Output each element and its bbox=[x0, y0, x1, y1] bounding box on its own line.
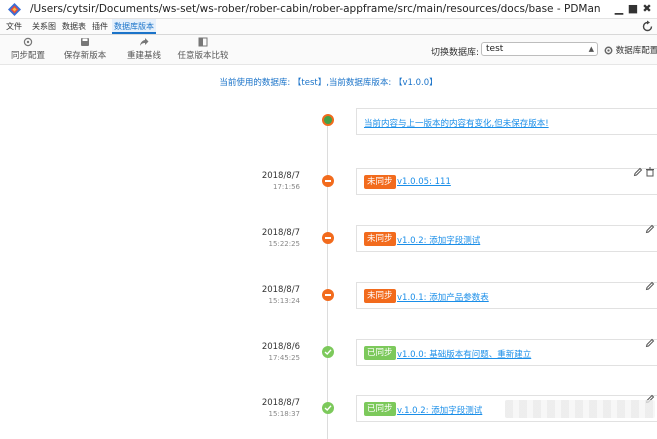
current-db-info: 当前使用的数据库: 【test】,当前数据库版本: 【v1.0.0】 bbox=[219, 78, 438, 88]
sync-config-label: 同步配置 bbox=[10, 51, 45, 61]
compare-versions-label: 任意版本比较 bbox=[177, 51, 229, 61]
unsynced-dot bbox=[322, 232, 334, 244]
entry-time: 15:13:24 bbox=[268, 297, 300, 305]
entry-date: 2018/8/7 bbox=[261, 285, 300, 295]
status-badge: 已同步 bbox=[364, 402, 396, 416]
select-arrows-icon: ▲ bbox=[588, 45, 594, 53]
maximize-button[interactable]: ■ bbox=[627, 2, 639, 16]
close-button[interactable]: ✖ bbox=[641, 2, 653, 16]
title-bar: /Users/cytsir/Documents/ws-set/ws-rober/… bbox=[0, 0, 657, 19]
gear-icon bbox=[23, 37, 33, 47]
timeline-line bbox=[327, 120, 328, 439]
refresh-icon[interactable] bbox=[641, 20, 654, 33]
pdman-logo-icon bbox=[8, 3, 21, 16]
edit-icon[interactable] bbox=[645, 338, 655, 348]
compare-versions-button[interactable]: 任意版本比较 bbox=[176, 37, 230, 63]
status-badge: 已同步 bbox=[364, 346, 396, 360]
check-icon bbox=[324, 349, 332, 355]
version-link[interactable]: v.1.0.2: 添加字段测试 bbox=[397, 404, 482, 416]
toolbar: 同步配置 保存新版本 重建基线 任意版本比较 切换数据库: test ▲ 数据库… bbox=[0, 35, 657, 65]
version-card: 已同步 v1.0.0: 基础版本有问题、重新建立 bbox=[356, 338, 657, 366]
edit-icon[interactable] bbox=[645, 224, 655, 234]
unsaved-change-message[interactable]: 当前内容与上一版本的内容有变化,但未保存版本! bbox=[364, 117, 549, 129]
save-version-button[interactable]: 保存新版本 bbox=[62, 37, 108, 63]
window-title: /Users/cytsir/Documents/ws-set/ws-rober/… bbox=[30, 3, 601, 15]
version-link[interactable]: v1.0.05: 111 bbox=[397, 177, 451, 187]
check-icon bbox=[324, 405, 332, 411]
menu-db-version[interactable]: 数据库版本 bbox=[112, 19, 156, 34]
menu-file[interactable]: 文件 bbox=[4, 19, 24, 34]
version-link[interactable]: v1.0.0: 基础版本有问题、重新建立 bbox=[397, 348, 531, 360]
entry-date: 2018/8/7 bbox=[261, 398, 300, 408]
synced-dot bbox=[322, 402, 334, 414]
status-badge: 未同步 bbox=[364, 232, 396, 246]
rebuild-baseline-button[interactable]: 重建基线 bbox=[124, 37, 164, 63]
version-link[interactable]: v1.0.2: 添加字段测试 bbox=[397, 234, 480, 246]
entry-time: 15:18:37 bbox=[268, 410, 300, 418]
database-select[interactable]: test ▲ bbox=[481, 42, 598, 56]
share-arrow-icon bbox=[140, 38, 149, 46]
minimize-button[interactable]: ▁ bbox=[613, 2, 625, 16]
edit-icon[interactable] bbox=[645, 281, 655, 291]
edit-icon[interactable] bbox=[633, 167, 643, 177]
menu-data-tables[interactable]: 数据表 bbox=[60, 19, 88, 34]
db-config-button[interactable]: 数据库配置 bbox=[604, 44, 657, 56]
menu-relation-diagram[interactable]: 关系图 bbox=[30, 19, 58, 34]
version-card: 未同步 v1.0.1: 添加产品参数表 bbox=[356, 281, 657, 309]
menu-plugins[interactable]: 插件 bbox=[90, 19, 110, 34]
switch-db-label: 切换数据库: bbox=[431, 48, 480, 58]
blurred-watermark bbox=[505, 400, 655, 418]
db-config-label: 数据库配置 bbox=[615, 46, 657, 56]
entry-time: 17:45:25 bbox=[268, 354, 300, 362]
entry-date: 2018/8/7 bbox=[261, 171, 300, 181]
menu-bar: 文件 关系图 数据表 插件 数据库版本 bbox=[0, 19, 657, 35]
current-state-dot bbox=[322, 114, 334, 126]
current-state-card: 当前内容与上一版本的内容有变化,但未保存版本! bbox=[356, 108, 657, 135]
entry-date: 2018/8/6 bbox=[261, 342, 300, 352]
save-icon bbox=[81, 38, 89, 46]
entry-time: 17:1:56 bbox=[273, 183, 300, 191]
version-card: 未同步 v1.0.05: 111 bbox=[356, 167, 657, 195]
version-link[interactable]: v1.0.1: 添加产品参数表 bbox=[397, 291, 489, 303]
unsynced-dot bbox=[322, 175, 334, 187]
version-card: 未同步 v1.0.2: 添加字段测试 bbox=[356, 224, 657, 252]
gear-icon bbox=[604, 46, 613, 55]
synced-dot bbox=[322, 346, 334, 358]
unsynced-dot bbox=[322, 289, 334, 301]
save-version-label: 保存新版本 bbox=[63, 51, 107, 61]
compare-icon bbox=[198, 37, 208, 47]
rebuild-baseline-label: 重建基线 bbox=[126, 51, 161, 61]
trash-icon[interactable] bbox=[645, 167, 655, 177]
entry-time: 15:22:25 bbox=[268, 240, 300, 248]
sync-config-button[interactable]: 同步配置 bbox=[8, 37, 48, 63]
database-select-value: test bbox=[486, 44, 504, 54]
status-badge: 未同步 bbox=[364, 289, 396, 303]
status-badge: 未同步 bbox=[364, 175, 396, 189]
entry-date: 2018/8/7 bbox=[261, 228, 300, 238]
